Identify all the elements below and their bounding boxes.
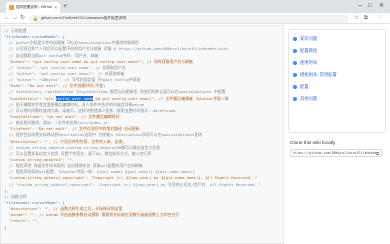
code-token: "LastEditors": "git <box>4 95 56 101</box>
forward-icon[interactable]: → <box>12 14 18 23</box>
toc-list: 安装问题配置教程使用时间模板相关, 常用配置 配置其他问题 <box>288 29 386 133</box>
code-token: // 自动提取当前git config中的: 用户名、邮箱 <box>4 52 99 58</box>
address-bar[interactable]: 🔒 github.com/cTheBriefVS/Codebase/a插件配置说… <box>29 14 349 23</box>
code-token: // "Author": "git config user.email", //… <box>4 70 125 76</box>
code-token: // Author字段是文件的创建者 可以在specialOptions中更改特… <box>4 40 139 46</box>
toc-item[interactable]: 其他问题 <box>293 93 385 105</box>
code-token: "description": "", // 函数注释生成之后，光标移动到这里 <box>4 206 123 212</box>
lock-icon: 🔒 <box>33 16 38 21</box>
maximize-icon[interactable]: □ <box>368 1 372 11</box>
tab-strip: 插件配置说明 - GitHub/Gitee × + ─ □ ✕ <box>0 0 390 13</box>
code-line: } <box>4 225 283 231</box>
toc-item-label: 其他问题 <box>300 96 318 101</box>
code-token: "FilePath": "Do not edit", // 文件在项目中的相对路… <box>4 126 140 132</box>
toc-item[interactable]: 使用时间 <box>293 57 385 69</box>
code-token: // "Author": "git config user.name", // … <box>4 64 126 70</box>
wiki-sidebar: 安装问题配置教程使用时间模板相关, 常用配置 配置其他问题 Clone this … <box>288 25 388 244</box>
toc-item-label: 安装问题 <box>300 36 318 41</box>
tab-title: 插件配置说明 - GitHub/Gitee <box>16 5 52 9</box>
url-text: github.com/cTheBriefVS/Codebase/a插件配置说明 <box>40 16 127 20</box>
toc-item-label: 使用时间 <box>300 60 318 65</box>
code-content: // 示例配置 "fileheader.customMade": { // Aut… <box>1 26 283 231</box>
code-token: // custom_string_obkoro1~custom_string_o… <box>4 144 161 150</box>
new-tab-button[interactable]: + <box>63 3 67 11</box>
code-token: // 可以设置多条自定义信息 设置个性签名、留下QQ、微信联系方式、输入空行等 <box>4 150 152 156</box>
copy-icon[interactable]: ⧉ <box>376 151 379 156</box>
address-toolbar: ← → ↻ 🔒 github.com/cTheBriefVS/Codebase/… <box>0 13 390 24</box>
code-token: "Author": "git config user.name && git c… <box>4 58 193 64</box>
code-token: // "Author": "OBKoro1", // 写死的固定值 不从git … <box>4 77 141 83</box>
clone-title: Clone this wiki locally <box>290 141 336 146</box>
code-token: // 函数注释 <box>4 193 27 199</box>
code-token: "Date": "Do not edit", // 文件创建时间(不变) <box>4 83 106 89</box>
browser-window: 插件配置说明 - GitHub/Gitee × + ─ □ ✕ ← → ↻ 🔒 … <box>0 0 390 244</box>
close-window-icon[interactable]: ✕ <box>379 1 384 11</box>
clone-url-field[interactable]: https://github.com/OBKoro1/koro1FileHead… <box>290 149 382 157</box>
toc-item[interactable]: 模板相关, 常用配置 <box>293 69 385 81</box>
code-token: && git config user.email", // 文件最后编辑者 与A… <box>93 95 229 101</box>
code-token: }, <box>4 187 9 193</box>
code-token: // 由于编辑文件就会变更最后编辑时间，多人协作中合并的时候会导致merge <box>4 101 145 107</box>
code-token: // LastEditors、LastEditTime 与lastEditTim… <box>4 89 226 95</box>
code-token: "custom_string_obkoro1_copyright": "Copy… <box>4 175 257 181</box>
toc-item[interactable]: 配置教程 <box>293 45 385 57</box>
minimize-icon[interactable]: ─ <box>358 1 362 11</box>
code-token: // "custom_string_obkoro1_copyright": "C… <box>4 181 262 187</box>
bullet-icon <box>293 61 297 65</box>
code-line: // "custom_string_obkoro1_copyright": "C… <box>4 182 283 188</box>
toc-item[interactable]: 配置 <box>293 81 385 93</box>
clone-url: https://github.com/OBKoro1/koro1FileHead… <box>293 151 377 155</box>
star-icon[interactable]: ☆ <box>354 15 359 22</box>
code-token: // 版权声明 保留文件所有权利 自动替换年份 获取git配置的用户名和邮箱 <box>4 163 143 169</box>
extensions-icon[interactable]: ⧉ <box>364 15 368 22</box>
favicon-icon <box>9 5 14 10</box>
code-token: "param": "", // param 开启函数参数自动提取 需要将光标放在… <box>4 212 180 218</box>
code-token: // 示例配置 <box>4 28 27 33</box>
code-token: // 输出相对路径，类似: /文件夹名称/src/index.js <box>4 120 108 126</box>
code-token: "fileheader.cursorMode": { <box>4 199 65 205</box>
back-icon[interactable]: ← <box>4 14 10 23</box>
code-token: "return": "", <box>4 218 40 224</box>
code-token: // 公司项目和个人项目可以配置不同的用户名与邮箱 详情 @ https://g… <box>4 46 229 52</box>
code-token: // 版权声明获取git配置, 与Author字段一致: ${git_name}… <box>4 169 196 175</box>
selected-text: config user.name <box>55 95 94 101</box>
reload-icon[interactable]: ↻ <box>20 14 25 23</box>
toc-item-label: 配置教程 <box>300 48 318 53</box>
toc-item[interactable]: 安装问题 <box>293 33 385 45</box>
bullet-icon <box>293 49 297 53</box>
code-token: "LastEditTime": "Do not edit", // 文件最后编辑… <box>4 113 120 119</box>
toc-item-label: 模板相关, 常用配置 <box>300 72 337 77</box>
bullet-icon <box>293 37 297 41</box>
browser-tab[interactable]: 插件配置说明 - GitHub/Gitee × <box>6 2 60 13</box>
tab-close-icon[interactable]: × <box>54 5 57 10</box>
toc-item-label: 配置 <box>300 84 309 89</box>
code-token: "custom_string_obkoro1": "", <box>4 156 75 162</box>
bullet-icon <box>293 73 297 77</box>
code-token: // 插件会自动将光标移动到Description选项中 方便输入 Descri… <box>4 132 202 138</box>
bullet-icon <box>293 85 297 89</box>
bullet-icon <box>293 97 297 101</box>
code-block: // 示例配置 "fileheader.customMade": { // Aut… <box>0 25 284 244</box>
menu-icon[interactable]: ⋮ <box>378 15 384 22</box>
code-token: "fileheader.customMade": { <box>4 34 65 40</box>
code-token: } <box>4 224 7 230</box>
code-token: "Description": "", // 介绍文件的作用、文件的入参、出参。 <box>4 138 127 144</box>
code-token: // 可以将时间颗粒度改为周、或者月，这样冲突就减少很多。搜索变更时间格式: d… <box>4 107 177 113</box>
